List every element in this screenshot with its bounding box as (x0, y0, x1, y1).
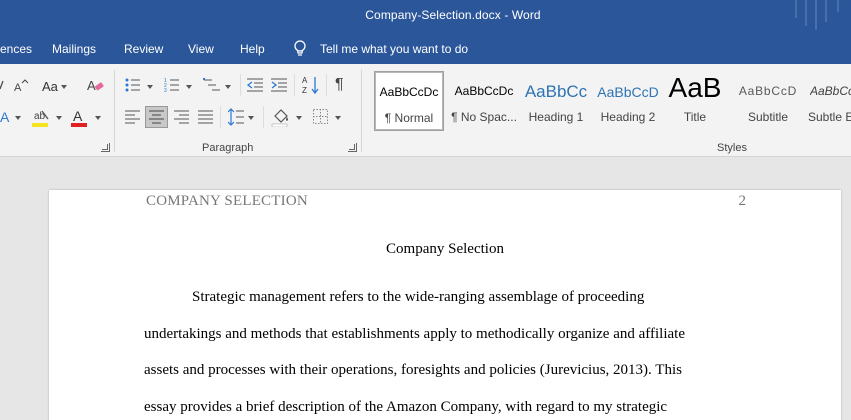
svg-text:A: A (0, 109, 10, 125)
style-title[interactable]: AaB Title (660, 72, 730, 130)
group-separator (294, 74, 295, 96)
chevron-down-icon[interactable] (296, 116, 302, 120)
window-title: Company-Selection.docx - Word (365, 8, 541, 22)
group-separator (240, 74, 241, 96)
style-preview: AaBbCc (524, 82, 588, 101)
tab-mailings[interactable]: Mailings (52, 42, 96, 56)
chevron-down-icon[interactable] (61, 85, 67, 89)
ribbon: A Aa A A ab A 1 2 3 A Z ¶ Paragraph AaBb… (0, 64, 851, 157)
chevron-down-icon[interactable] (56, 116, 62, 120)
group-separator (220, 106, 221, 128)
tab-help[interactable]: Help (240, 42, 265, 56)
group-separator (263, 106, 264, 128)
style-subtle-emphasis[interactable]: AaBbCc Subtle E (804, 72, 851, 130)
style-name: Title (683, 110, 707, 124)
style-name: Heading 2 (600, 110, 656, 124)
style-preview: AaB (668, 72, 722, 103)
tab-references[interactable]: ences (0, 42, 32, 56)
font-color-icon[interactable]: A (71, 107, 89, 129)
svg-text:A: A (14, 82, 22, 94)
document-page[interactable]: COMPANY SELECTION 2 Company Selection St… (49, 190, 841, 420)
group-separator (326, 74, 327, 96)
chevron-down-icon[interactable] (95, 116, 101, 120)
style-heading-1[interactable]: AaBbCc Heading 1 (520, 72, 592, 130)
shading-icon[interactable] (271, 107, 291, 127)
tab-view[interactable]: View (188, 42, 214, 56)
svg-text:A: A (73, 108, 83, 124)
align-center-button[interactable] (145, 106, 168, 128)
paragraph-line: Strategic management refers to the wide-… (192, 289, 645, 305)
style-preview: AaBbCcDc (454, 84, 514, 98)
style-subtitle[interactable]: AaBbCcD Subtitle (732, 72, 804, 130)
style-name: ¶ Normal (384, 111, 434, 125)
change-case-button[interactable]: Aa (42, 79, 58, 94)
chevron-down-icon[interactable] (186, 85, 192, 89)
font-dialog-launcher[interactable] (101, 143, 110, 152)
chevron-down-icon[interactable] (147, 85, 153, 89)
style-name: Heading 1 (528, 110, 584, 124)
style-preview: AaBbCcDc (379, 85, 439, 99)
group-separator (114, 70, 115, 152)
multilevel-list-icon[interactable] (203, 78, 221, 92)
style-name: ¶ No Spac... (451, 110, 517, 124)
paragraph-dialog-launcher[interactable] (348, 143, 357, 152)
style-preview: AaBbCc (810, 84, 851, 98)
chevron-down-icon[interactable] (15, 116, 21, 120)
style-name: Subtitle (747, 110, 789, 124)
chevron-down-icon[interactable] (248, 116, 254, 120)
borders-icon[interactable] (313, 109, 328, 124)
running-header: COMPANY SELECTION (146, 193, 308, 209)
chevron-down-icon[interactable] (335, 116, 341, 120)
document-title: Company Selection (386, 241, 504, 257)
group-separator (361, 70, 362, 152)
title-decoration (791, 0, 851, 34)
line-spacing-icon[interactable] (228, 108, 244, 126)
style-name: Subtle E (808, 110, 851, 124)
show-formatting-marks-icon[interactable]: ¶ (335, 76, 344, 94)
title-bar: Company-Selection.docx - Word (0, 0, 851, 34)
paragraph-line: essay provides a brief description of th… (144, 399, 668, 415)
text-effects-icon[interactable]: A (0, 108, 12, 126)
clear-formatting-icon[interactable]: A (86, 76, 104, 94)
styles-group-label: Styles (717, 142, 747, 154)
align-center-icon (149, 110, 164, 124)
tab-review[interactable]: Review (124, 42, 163, 56)
paragraph-group-label: Paragraph (202, 142, 254, 154)
align-right-icon[interactable] (174, 110, 189, 124)
highlight-color-icon[interactable]: ab (32, 107, 52, 129)
paragraph-line: assets and processes with their operatio… (144, 362, 682, 378)
style-normal[interactable]: AaBbCcDc ¶ Normal (374, 71, 444, 131)
justify-icon[interactable] (198, 110, 213, 124)
style-preview: AaBbCcD (738, 84, 798, 98)
style-preview: AaBbCcD (597, 84, 659, 100)
numbering-icon[interactable]: 1 2 3 (164, 78, 180, 92)
tell-me-search[interactable]: Tell me what you want to do (320, 42, 468, 56)
styles-gallery: AaBbCcDc ¶ Normal AaBbCcDc ¶ No Spac... … (372, 71, 851, 131)
svg-text:A: A (87, 78, 96, 93)
paragraph-line: undertakings and methods that establishm… (144, 326, 685, 342)
ribbon-tabs: ences Mailings Review View Help Tell me … (0, 34, 851, 64)
document-canvas: COMPANY SELECTION 2 Company Selection St… (0, 157, 851, 420)
increase-indent-icon[interactable] (271, 78, 287, 92)
page-number: 2 (738, 193, 747, 209)
svg-text:Z: Z (302, 86, 307, 95)
decrease-indent-icon[interactable] (247, 78, 263, 92)
grow-font-icon[interactable]: A (0, 78, 32, 94)
lightbulb-icon[interactable] (293, 40, 307, 58)
bullets-icon[interactable] (125, 78, 141, 92)
align-left-icon[interactable] (125, 110, 140, 124)
chevron-down-icon[interactable] (225, 85, 231, 89)
sort-icon[interactable]: A Z (302, 75, 320, 95)
style-no-spacing[interactable]: AaBbCcDc ¶ No Spac... (448, 72, 520, 130)
svg-text:3: 3 (164, 88, 167, 92)
style-heading-2[interactable]: AaBbCcD Heading 2 (592, 72, 664, 130)
svg-text:A: A (302, 76, 308, 85)
